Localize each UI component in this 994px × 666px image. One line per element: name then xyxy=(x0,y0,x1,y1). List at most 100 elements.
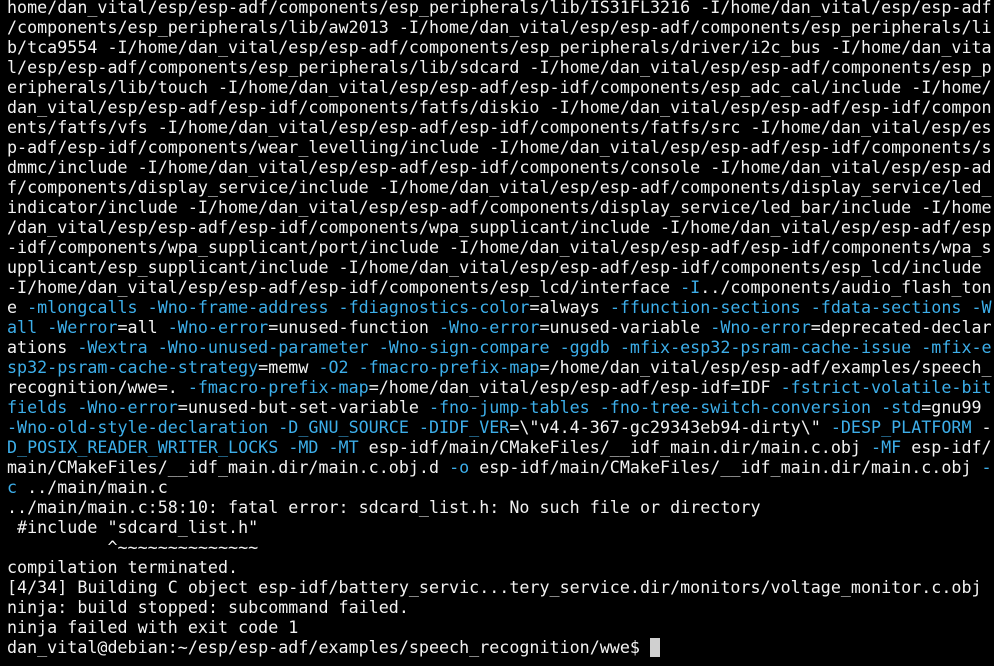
terminal-text-default: compilation xyxy=(7,557,128,577)
terminal-text-flag: -Wno-error xyxy=(710,317,811,337)
terminal-text-default: =all xyxy=(117,317,168,337)
terminal-text-default xyxy=(801,297,811,317)
terminal-text-default: =/home/dan_vital/esp/esp-adf/examples/sp… xyxy=(539,357,992,377)
terminal-line: home/dan_vital/esp/esp-adf/components/es… xyxy=(7,0,994,17)
terminal-text-default: main/CMakeFiles/__idf_main.dir/main.c.ob… xyxy=(7,457,450,477)
terminal-text-flag: -I xyxy=(680,277,701,297)
terminal-text-flag: -Wno-error xyxy=(167,317,269,337)
terminal-text-flag: -fstrict-volatile-bit xyxy=(780,377,992,397)
terminal-text-flag: -fdiagnostics-color xyxy=(338,297,530,317)
terminal-text-default: e xyxy=(7,297,28,317)
terminal-text-flag: -mlongcalls xyxy=(27,297,138,317)
terminal-text-warning: stopped xyxy=(137,597,208,617)
terminal-line: main/CMakeFiles/__idf_main.dir/main.c.ob… xyxy=(7,457,994,477)
terminal-text-default: sdcard_list.h: xyxy=(358,497,510,517)
terminal-text-default: esp-idf/ xyxy=(901,437,992,457)
terminal-text-default: f/components/display_service/include -I/… xyxy=(7,177,992,197)
terminal-line: ninja failed with exit code 1 xyxy=(7,617,994,637)
terminal-line: all -Werror=all -Wno-error=unused-functi… xyxy=(7,317,994,337)
terminal-text-flag: -mfix-esp32-psram-cache-issue xyxy=(619,337,912,357)
terminal-text-default: #include xyxy=(7,517,108,537)
terminal-text-default: =unused-but-set-variable xyxy=(177,397,429,417)
terminal-text-flag: -Wextra xyxy=(77,337,148,357)
terminal-text-default: upplicant/esp_supplicant/include -I/home… xyxy=(7,257,992,277)
terminal-text-default: home/dan_vital/esp/esp-adf/components/es… xyxy=(7,0,992,17)
terminal-output[interactable]: home/dan_vital/esp/esp-adf/components/es… xyxy=(0,0,994,663)
terminal-text-info: Building xyxy=(77,577,158,597)
terminal-line: -Wno-old-style-declaration -D_GNU_SOURCE… xyxy=(7,417,994,437)
terminal-text-default: =gnu99 xyxy=(921,397,982,417)
terminal-text-flag: -o xyxy=(449,457,470,477)
terminal-text-default: with exit code 1 xyxy=(127,617,299,637)
terminal-text-error: No xyxy=(509,497,530,517)
terminal-line: upplicant/esp_supplicant/include -I/home… xyxy=(7,257,994,277)
terminal-text-error: fatal error: xyxy=(228,497,359,517)
terminal-text-default: . xyxy=(398,597,409,617)
terminal-text-flag: all xyxy=(7,317,38,337)
terminal-text-flag: fields xyxy=(7,397,68,417)
terminal-text-default xyxy=(138,297,148,317)
terminal-text-flag: -ffunction-sections xyxy=(609,297,801,317)
terminal-text-default xyxy=(610,337,620,357)
terminal-text-default xyxy=(871,397,881,417)
terminal-line: ^~~~~~~~~~~~~~~ xyxy=(7,537,994,557)
terminal-text-flag: -MD xyxy=(288,437,319,457)
terminal-text-default xyxy=(409,417,419,437)
terminal-text-flag: -Wno-frame-address xyxy=(147,297,329,317)
terminal-text-default: =memw xyxy=(258,357,319,377)
terminal-text-default xyxy=(590,397,600,417)
terminal-text-default: ninja: build xyxy=(7,597,138,617)
terminal-text-default: ../main/main.c:58:10: xyxy=(7,497,229,517)
terminal-text-flag: -fdata-sections xyxy=(810,297,962,317)
terminal-text-flag: -fno-jump-tables xyxy=(428,397,590,417)
terminal-line: dmmc/include -I/home/dan_vital/esp/esp-a… xyxy=(7,157,994,177)
terminal-text-default xyxy=(369,337,379,357)
terminal-line: sp32-psram-cache-strategy=memw -O2 -fmac… xyxy=(7,357,994,377)
terminal-line: p-adf/esp-idf/components/wear_levelling/… xyxy=(7,137,994,157)
terminal-text-default xyxy=(550,337,560,357)
terminal-line: ations -Wextra -Wno-unused-parameter -Wn… xyxy=(7,337,994,357)
terminal-text-default: : subcommand xyxy=(207,597,339,617)
terminal-text-default: l/esp/esp-adf/components/esp_peripherals… xyxy=(7,57,992,77)
terminal-text-default: esp-idf/main/CMakeFiles/__idf_main.dir/m… xyxy=(358,437,872,457)
terminal-text-default xyxy=(148,337,158,357)
terminal-text-flag: -Werror xyxy=(47,317,118,337)
terminal-text-default: - xyxy=(971,417,992,437)
terminal-line: D_POSIX_READER_WRITER_LOCKS -MD -MT esp-… xyxy=(7,437,994,457)
terminal-line: recognition/wwe=. -fmacro-prefix-map=/ho… xyxy=(7,377,994,397)
terminal-text-default: /components/esp_peripherals/lib/aw2013 -… xyxy=(7,17,992,37)
terminal-text-flag: c xyxy=(7,477,18,497)
terminal-text-flag: -D_GNU_SOURCE xyxy=(278,417,409,437)
terminal-text-default: =\"v4.4-367-gc29343eb94-dirty\" xyxy=(509,417,831,437)
terminal-text-default xyxy=(268,417,278,437)
terminal-text-error: ^~~~~~~~~~~~~~~ xyxy=(7,537,259,557)
terminal-line: compilation terminated. xyxy=(7,557,994,577)
terminal-text-default xyxy=(961,297,971,317)
terminal-text-default: [4/34] xyxy=(7,577,78,597)
terminal-line: [4/34] Building C object esp-idf/battery… xyxy=(7,577,994,597)
terminal-text-flag: -O2 xyxy=(318,357,349,377)
terminal-text-default: dmmc/include -I/home/dan_vital/esp/esp-a… xyxy=(7,157,992,177)
terminal-line: dan_vital/esp/esp-adf/esp-idf/components… xyxy=(7,97,994,117)
terminal-text-flag: sp32-psram-cache-strategy xyxy=(7,357,259,377)
terminal-text-flag: -Wno-old-style-declaration xyxy=(7,417,269,437)
terminal-text-default: =unused-function xyxy=(268,317,440,337)
terminal-text-flag: -DIDF_VER xyxy=(418,417,510,437)
terminal-line: #include "sdcard_list.h" xyxy=(7,517,994,537)
terminal-text-flag: -W xyxy=(971,297,992,317)
terminal-text-flag: -ggdb xyxy=(559,337,610,357)
terminal-line: eripherals/lib/touch -I/home/dan_vital/e… xyxy=(7,77,994,97)
terminal-text-error: failed xyxy=(67,617,128,637)
terminal-text-error: "sdcard_list.h" xyxy=(107,517,259,537)
terminal-text-default: =always xyxy=(529,297,610,317)
terminal-line: fields -Wno-error=unused-but-set-variabl… xyxy=(7,397,994,417)
terminal-text-default: ations xyxy=(7,337,78,357)
terminal-text-default: dan_vital/esp/esp-adf/esp-idf/components… xyxy=(7,97,992,117)
terminal-line: ../main/main.c:58:10: fatal error: sdcar… xyxy=(7,497,994,517)
terminal-text-error: failed xyxy=(338,597,399,617)
terminal-line: ninja: build stopped: subcommand failed. xyxy=(7,597,994,617)
terminal-text-default: recognition/wwe=. xyxy=(7,377,188,397)
terminal-text-default: =unused-variable xyxy=(539,317,711,337)
terminal-text-default xyxy=(329,297,339,317)
terminal-text-default: ninja xyxy=(7,617,68,637)
